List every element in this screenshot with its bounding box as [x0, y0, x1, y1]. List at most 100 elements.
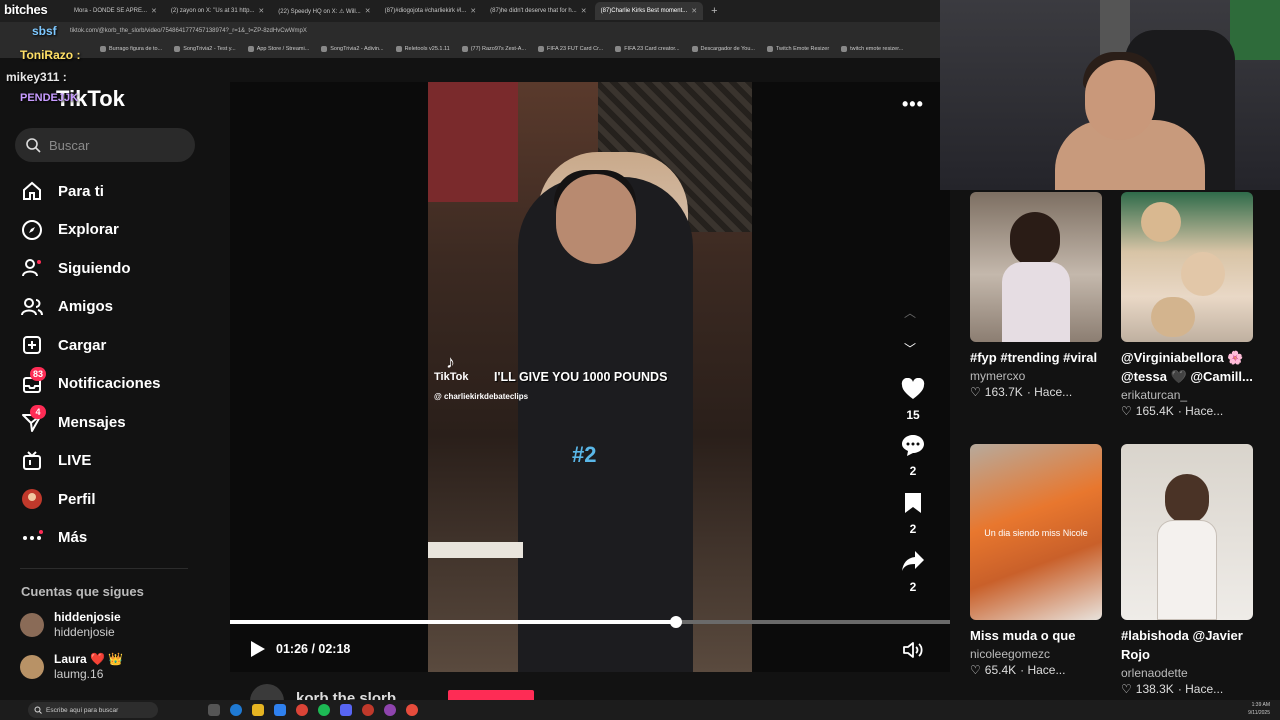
volume-icon[interactable]	[902, 640, 924, 660]
browser-tab[interactable]: (87)he didn't deserve that for h... ✕	[484, 2, 592, 20]
play-icon[interactable]	[250, 640, 266, 658]
chrome-icon[interactable]	[296, 704, 308, 716]
video-card-author: nicoleegomezc	[970, 647, 1051, 661]
nav-item-perfil[interactable]: Perfil	[20, 480, 220, 519]
nav-label: Mensajes	[58, 413, 126, 431]
video-player[interactable]: ♪ TikTok @ charliekirkdebateclips I'LL GI…	[230, 82, 950, 672]
video-scene	[428, 82, 518, 202]
heart-outline-icon: ♡	[970, 385, 981, 399]
thumbnail-figure	[1141, 202, 1181, 242]
video-thumbnail[interactable]	[1121, 192, 1253, 342]
edge-icon[interactable]	[230, 704, 242, 716]
discord-icon[interactable]	[340, 704, 352, 716]
video-age: · Hace...	[1177, 404, 1224, 418]
nav-item-mas[interactable]: Más	[20, 519, 220, 558]
following-section-title: Cuentas que sigues	[21, 584, 144, 599]
search-icon	[26, 138, 41, 153]
nav-item-notificaciones[interactable]: 83 Notificaciones	[20, 365, 220, 404]
comment-icon	[902, 435, 924, 456]
browser-tab[interactable]: (22) Speedy HQ on X: ⚠ Will... ✕	[272, 2, 376, 20]
close-icon[interactable]: ✕	[691, 7, 697, 15]
upload-icon	[20, 333, 44, 357]
like-action[interactable]: 15	[898, 377, 928, 422]
task-view-icon[interactable]	[208, 704, 220, 716]
bookmark-label: Reletools v25.1.11	[404, 46, 450, 52]
nav-item-cargar[interactable]: Cargar	[20, 326, 220, 365]
taskbar-search[interactable]: Escribe aquí para buscar	[28, 702, 158, 718]
bookmark-item[interactable]: FIFA 23 FUT Card Cr...	[538, 46, 603, 52]
bookmark-item[interactable]: App Store / Streami...	[247, 46, 309, 52]
followed-account[interactable]: hiddenjosie hiddenjosie	[20, 610, 121, 640]
video-caption: I'LL GIVE YOU 1000 POUNDS	[494, 370, 668, 384]
video-thumbnail[interactable]: Un dia siendo miss Nicole	[970, 444, 1102, 620]
share-action[interactable]: 2	[898, 550, 928, 594]
nav-item-para-ti[interactable]: Para ti	[20, 172, 220, 211]
comment-action[interactable]: 2	[898, 434, 928, 478]
search-input[interactable]	[49, 137, 179, 153]
video-card-meta: ♡ 138.3K · Hace...	[1121, 682, 1253, 696]
system-clock[interactable]: 1:39 AM 9/11/2025	[1248, 701, 1270, 717]
search-box[interactable]	[15, 128, 195, 162]
video-card[interactable]: #fyp #trending #viral mymercxo ♡ 163.7K · …	[970, 192, 1102, 399]
progress-bar[interactable]	[230, 616, 950, 628]
bookmark-item[interactable]: SongTrivia2 - Test y...	[174, 46, 236, 52]
store-icon[interactable]	[274, 704, 286, 716]
nav-item-mensajes[interactable]: 4 Mensajes	[20, 403, 220, 442]
video-card[interactable]: #labishoda @Javier Rojo orlenaodette ♡ 13…	[1121, 444, 1253, 696]
video-card[interactable]: @Virginiabellora 🌸 @tessa 🖤 @Camill... e…	[1121, 192, 1253, 418]
new-tab-icon[interactable]: +	[705, 5, 723, 17]
browser-tab[interactable]: Mora - DONDE SE APRE... ✕	[68, 2, 163, 20]
compass-icon	[20, 218, 44, 242]
close-icon[interactable]: ✕	[470, 7, 476, 15]
spotify-icon[interactable]	[318, 704, 330, 716]
nav-item-live[interactable]: LIVE	[20, 442, 220, 481]
bookmark-item[interactable]: (77) Razo97s Zest-A...	[461, 46, 526, 52]
bookmark-item[interactable]: Burrago figura de to...	[100, 46, 162, 52]
nav-item-amigos[interactable]: Amigos	[20, 288, 220, 327]
browser-tab-active[interactable]: (87)Charlie Kirks Best moment... ✕	[594, 2, 704, 20]
followed-account[interactable]: Laura ❤️ 👑 laumg.16	[20, 652, 123, 682]
clock-time: 1:39 AM	[1251, 702, 1270, 708]
favicon-icon	[841, 46, 848, 52]
address-bar[interactable]: tiktok.com/@korb_the_slorb/video/7548641…	[0, 22, 940, 40]
heart-outline-icon: ♡	[970, 663, 981, 677]
webcam-overlay	[940, 0, 1280, 190]
video-card-meta: ♡ 163.7K · Hace...	[970, 385, 1102, 399]
chevron-down-icon[interactable]: ﹀	[904, 340, 916, 357]
chevron-up-icon[interactable]: ︿	[904, 304, 916, 321]
screen: Mora - DONDE SE APRE... ✕ (2) zayon on X:…	[0, 0, 1280, 720]
app-icon[interactable]	[406, 704, 418, 716]
close-icon[interactable]: ✕	[365, 7, 371, 15]
browser-tab[interactable]: (87)#diogojota #charliekirk #l... ✕	[379, 2, 483, 20]
bookmark-icon	[905, 493, 921, 513]
nav-item-siguiendo[interactable]: Siguiendo	[20, 249, 220, 288]
nav-item-explorar[interactable]: Explorar	[20, 211, 220, 250]
folder-icon[interactable]	[252, 704, 264, 716]
video-card-author: mymercxo	[970, 369, 1026, 383]
video-card[interactable]: Un dia siendo miss Nicole Miss muda o qu…	[970, 444, 1102, 677]
video-thumbnail[interactable]	[1121, 444, 1253, 620]
close-icon[interactable]: ✕	[581, 7, 587, 15]
bookmark-item[interactable]: SongTrivia2 - Adivin...	[321, 46, 384, 52]
save-count: 2	[909, 522, 917, 536]
tab-label: (2) zayon on X: "Us at 31 http...	[170, 8, 255, 14]
more-options-icon[interactable]: •••	[902, 94, 924, 115]
bookmark-item[interactable]: FIFA 23 Card creator...	[615, 46, 680, 52]
browser-tab[interactable]: (2) zayon on X: "Us at 31 http... ✕	[165, 2, 270, 20]
bookmark-item[interactable]: Descargador de You...	[691, 46, 755, 52]
save-action[interactable]: 2	[898, 492, 928, 536]
video-frame[interactable]: ♪ TikTok @ charliekirkdebateclips I'LL GI…	[428, 82, 752, 672]
close-icon[interactable]: ✕	[151, 7, 157, 15]
bookmark-label: Burrago figura de to...	[109, 46, 163, 52]
obs-icon[interactable]	[362, 704, 374, 716]
heart-outline-icon: ♡	[1121, 404, 1132, 418]
bookmark-item[interactable]: Twitch Emote Resizer	[766, 46, 829, 52]
bookmark-item[interactable]: Reletools v25.1.11	[395, 46, 450, 52]
video-thumbnail[interactable]	[970, 192, 1102, 342]
bookmark-item[interactable]: twitch emote resizer...	[841, 46, 903, 52]
close-icon[interactable]: ✕	[258, 7, 264, 15]
chat-line: sbsf	[32, 24, 57, 38]
bookmark-label: SongTrivia2 - Adivin...	[330, 46, 384, 52]
app-icon[interactable]	[384, 704, 396, 716]
video-card-author: erikaturcan_	[1121, 388, 1188, 402]
